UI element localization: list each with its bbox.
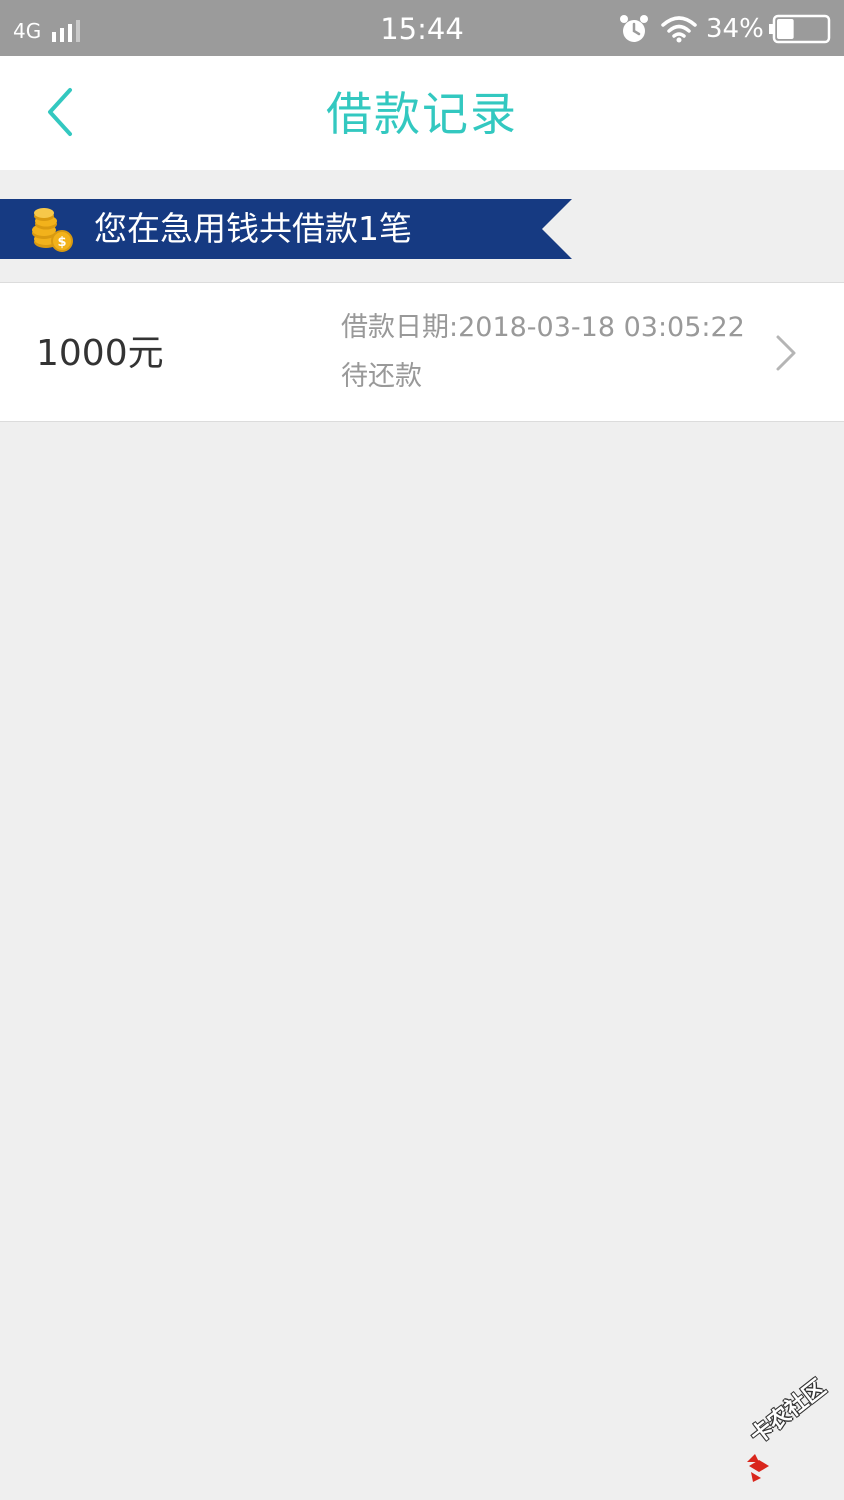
loan-record-row[interactable]: 1000元 借款日期:2018-03-18 03:05:22 待还款 bbox=[0, 282, 844, 422]
battery-percent: 34% bbox=[706, 14, 764, 44]
status-bar: 4G 15:44 34% bbox=[0, 0, 844, 56]
coins-icon: $ bbox=[32, 208, 73, 252]
loan-count-banner: $ 您在急用钱共借款1笔 bbox=[0, 199, 572, 259]
chevron-right-icon bbox=[776, 335, 796, 371]
loan-status: 待还款 bbox=[341, 361, 422, 392]
navigation-bar: 借款记录 bbox=[0, 56, 844, 170]
loan-amount: 1000元 bbox=[36, 333, 164, 374]
svg-text:$: $ bbox=[57, 235, 66, 250]
alarm-icon bbox=[620, 15, 648, 42]
wifi-icon bbox=[661, 16, 697, 43]
page-title: 借款记录 bbox=[326, 87, 518, 141]
battery-icon bbox=[769, 14, 831, 44]
loan-date: 借款日期:2018-03-18 03:05:22 bbox=[341, 312, 745, 343]
banner-text: 您在急用钱共借款1笔 bbox=[94, 209, 412, 248]
